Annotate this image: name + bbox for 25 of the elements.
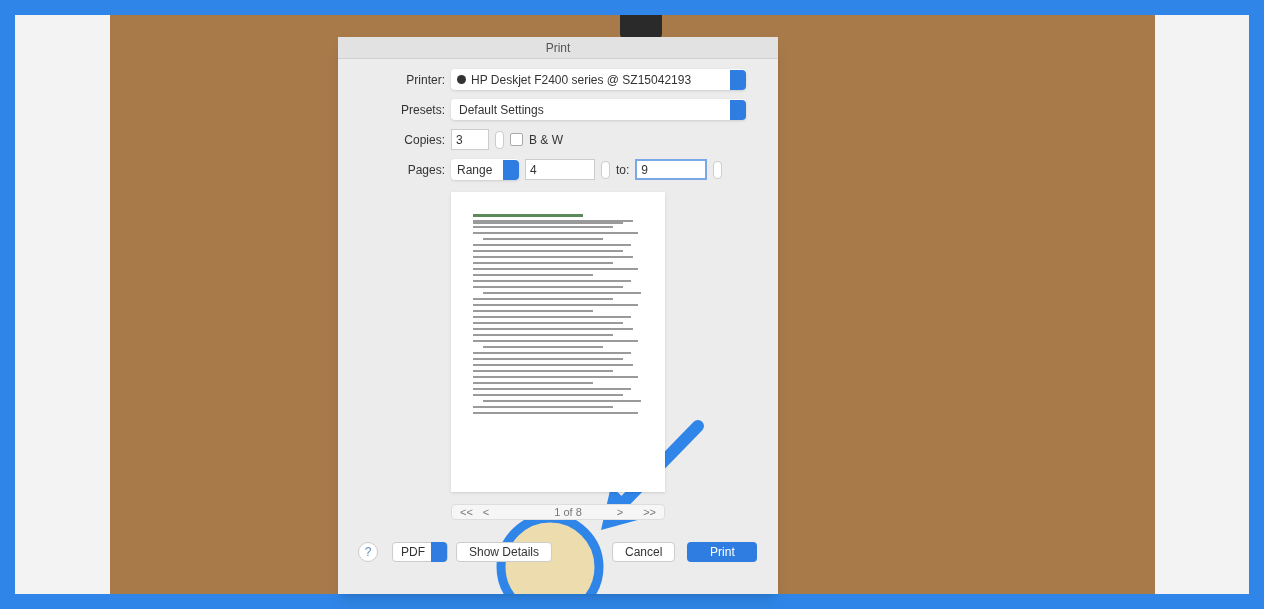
- dialog-title: Print: [338, 37, 778, 59]
- details-button[interactable]: Show Details: [456, 542, 553, 562]
- print-button[interactable]: Print: [687, 542, 758, 562]
- previous-page-button[interactable]: <: [482, 503, 490, 521]
- checkbox-label: B & W: [529, 131, 563, 149]
- to-page-field[interactable]: 9: [635, 159, 708, 180]
- field-label: to:: [616, 161, 630, 179]
- pages-dropdown[interactable]: Range: [451, 159, 519, 180]
- pdf-button[interactable]: PDF: [392, 542, 448, 562]
- last-page-button[interactable]: >>: [643, 503, 656, 521]
- field-label: Copies:: [403, 131, 445, 149]
- printer-icon: [457, 75, 466, 84]
- printer-dropdown[interactable]: HP Deskjet F2400 series @ SZ15042193: [451, 69, 746, 90]
- help-button[interactable]: ?: [358, 542, 378, 562]
- next-page-button[interactable]: >: [616, 503, 624, 521]
- field-label: Pages:: [406, 161, 445, 179]
- copies-field[interactable]: 3: [451, 129, 489, 150]
- page-position: 1 of 8: [554, 504, 582, 520]
- checkbox[interactable]: [510, 133, 523, 146]
- field-label: Presets:: [400, 101, 445, 119]
- from-page-field[interactable]: 4: [525, 159, 595, 180]
- first-page-button[interactable]: <<: [460, 503, 473, 521]
- cancel-button[interactable]: Cancel: [612, 542, 676, 562]
- field-label: Printer:: [405, 71, 445, 89]
- presets-dropdown[interactable]: Default Settings: [451, 99, 746, 120]
